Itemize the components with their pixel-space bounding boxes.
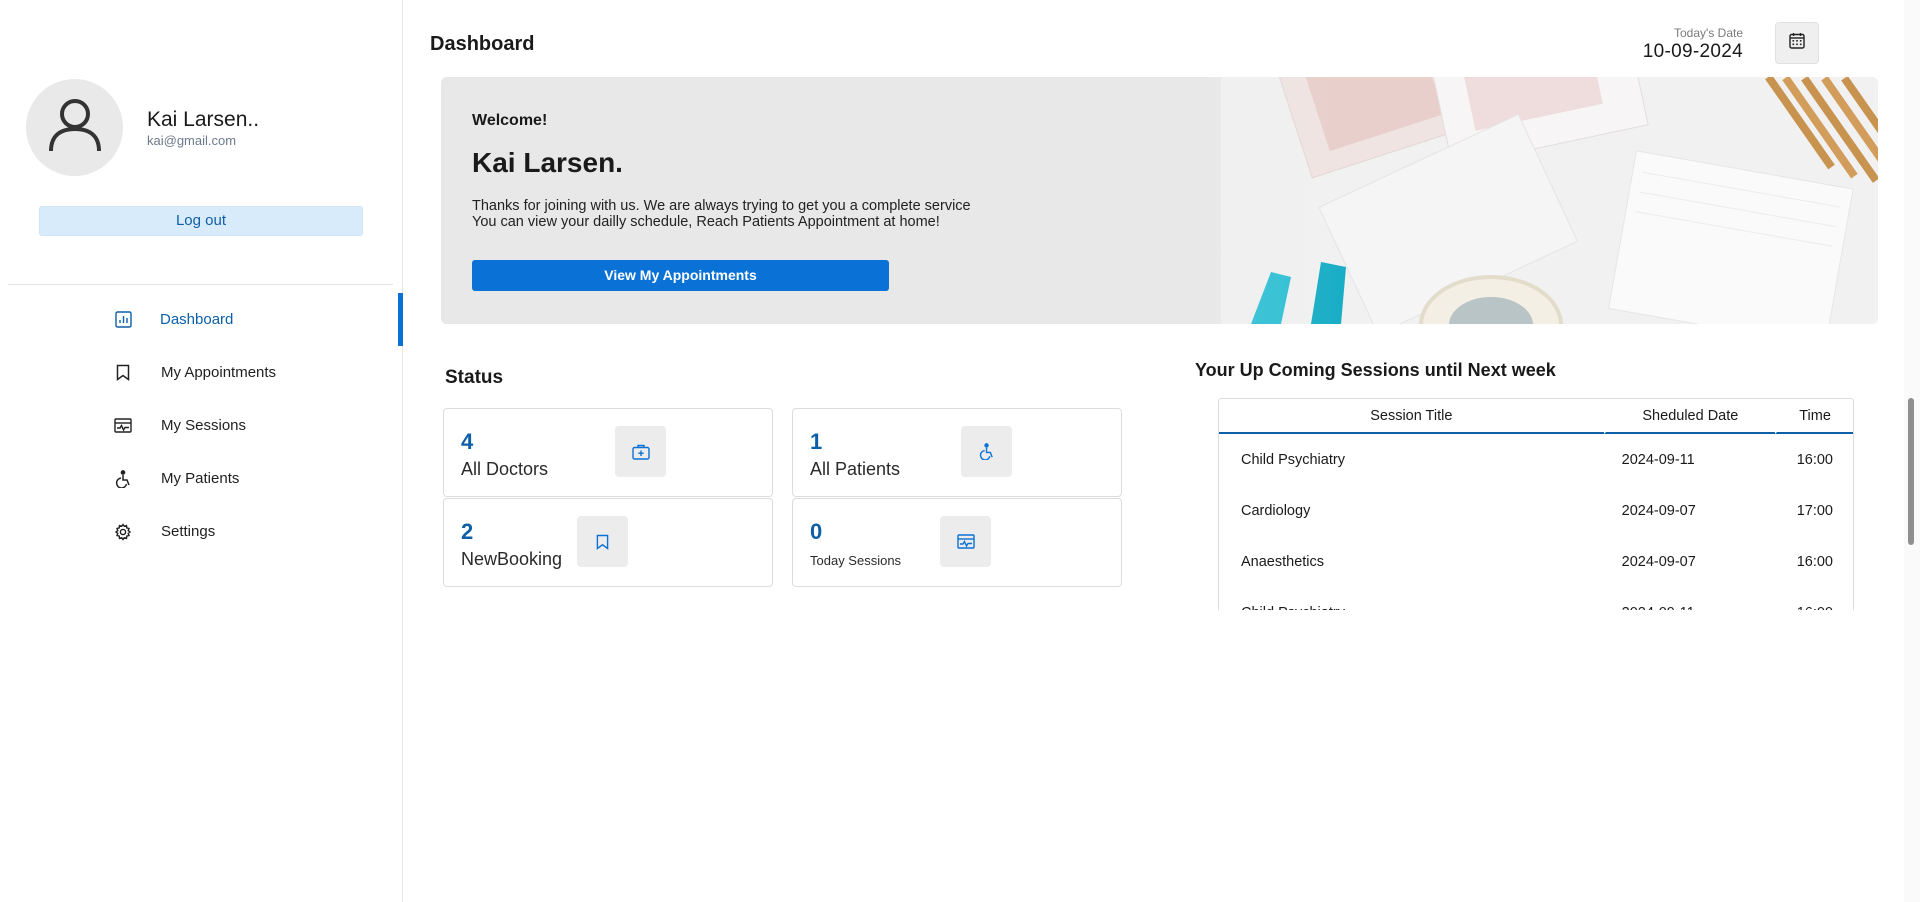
sidebar-item-settings[interactable]: Settings <box>0 505 403 558</box>
session-date-cell: 2024-09-07 <box>1621 502 1696 519</box>
main-content: Dashboard Today's Date 10-09-2024 Welcom… <box>404 0 1900 902</box>
user-icon <box>48 97 102 158</box>
sidebar-item-label: My Sessions <box>161 417 247 434</box>
gear-icon <box>113 522 133 542</box>
banner-description-line2: You can view your dailly schedule, Reach… <box>472 214 940 230</box>
stat-value: 0 <box>810 519 823 544</box>
upcoming-sessions-title: Your Up Coming Sessions until Next week <box>1195 360 1556 380</box>
sessions-icon <box>940 516 991 567</box>
sidebar-item-dashboard[interactable]: Dashboard <box>0 293 403 346</box>
table-row[interactable]: Cardiology 2024-09-07 17:00 <box>1219 485 1853 536</box>
sidebar-divider <box>8 284 393 285</box>
date-value: 10-09-2024 <box>1642 41 1743 62</box>
session-title-cell: Child Psychiatry <box>1241 451 1345 468</box>
sessions-icon <box>113 416 133 436</box>
session-time-cell: 16:00 <box>1796 451 1833 468</box>
welcome-banner: Welcome! Kai Larsen. Thanks for joining … <box>441 77 1878 324</box>
wheelchair-icon <box>961 426 1012 477</box>
stat-card-new-booking[interactable]: 2 NewBooking <box>443 498 773 587</box>
session-time-cell: 16:00 <box>1796 553 1833 570</box>
stat-value: 4 <box>461 429 474 454</box>
bookmark-icon <box>577 516 628 567</box>
avatar <box>26 79 123 176</box>
session-title-cell: Anaesthetics <box>1241 553 1325 570</box>
stat-card-today-sessions[interactable]: 0 Today Sessions <box>792 498 1122 587</box>
session-title-cell: Cardiology <box>1241 502 1311 519</box>
sidebar: Kai Larsen.. kai@gmail.com Log out Dashb… <box>0 0 403 902</box>
sidebar-nav: Dashboard My Appointments My Sessions My… <box>0 293 403 558</box>
sessions-table: Session Title Sheduled Date Time Child P… <box>1219 399 1853 610</box>
sidebar-item-label: My Appointments <box>161 364 277 381</box>
stat-label: All Patients <box>810 459 901 479</box>
session-date-cell: 2024-09-11 <box>1621 451 1695 468</box>
wheelchair-icon <box>113 469 133 489</box>
app-root: Kai Larsen.. kai@gmail.com Log out Dashb… <box>0 0 1920 902</box>
table-header-row: Session Title Sheduled Date Time <box>1219 399 1853 434</box>
column-header-time: Time <box>1775 399 1853 434</box>
stat-card-all-doctors[interactable]: 4 All Doctors <box>443 408 773 497</box>
medical-kit-icon <box>615 426 666 477</box>
banner-name: Kai Larsen. <box>472 147 623 178</box>
profile-text: Kai Larsen.. kai@gmail.com <box>147 108 259 148</box>
session-time-cell: 16:00 <box>1775 587 1853 611</box>
table-row[interactable]: Child Psychiatry 2024-09-11 16:00 <box>1219 587 1853 611</box>
column-header-session-title: Session Title <box>1219 399 1604 434</box>
sidebar-item-my-sessions[interactable]: My Sessions <box>0 399 403 452</box>
banner-welcome: Welcome! <box>472 112 548 129</box>
scrollbar-thumb[interactable] <box>1908 398 1914 545</box>
table-row[interactable]: Anaesthetics 2024-09-07 16:00 <box>1219 536 1853 587</box>
profile-email: kai@gmail.com <box>147 132 237 148</box>
sidebar-item-label: Settings <box>161 523 216 540</box>
sidebar-item-label: My Patients <box>161 470 240 487</box>
session-title-cell: Child Psychiatry <box>1219 587 1604 611</box>
logout-button[interactable]: Log out <box>39 206 363 236</box>
profile-name: Kai Larsen.. <box>147 107 260 131</box>
sidebar-item-my-patients[interactable]: My Patients <box>0 452 403 505</box>
stat-label: NewBooking <box>461 549 563 569</box>
stat-label: Today Sessions <box>810 553 902 568</box>
date-block: Today's Date 10-09-2024 <box>1643 26 1743 63</box>
stat-card-all-patients[interactable]: 1 All Patients <box>792 408 1122 497</box>
session-date-cell: 2024-09-11 <box>1604 587 1775 611</box>
page-scrollbar[interactable] <box>1904 0 1920 902</box>
upcoming-sessions-table[interactable]: Session Title Sheduled Date Time Child P… <box>1218 398 1854 610</box>
session-date-cell: 2024-09-07 <box>1621 553 1696 570</box>
date-label: Today's Date <box>1674 26 1743 40</box>
sidebar-item-my-appointments[interactable]: My Appointments <box>0 346 403 399</box>
calendar-button[interactable] <box>1775 22 1819 64</box>
stat-value: 2 <box>461 519 474 544</box>
view-appointments-button[interactable]: View My Appointments <box>472 260 889 291</box>
status-title: Status <box>445 367 504 388</box>
table-row[interactable]: Child Psychiatry 2024-09-11 16:00 <box>1219 434 1853 485</box>
stat-label: All Doctors <box>461 459 549 479</box>
bookmark-icon <box>113 363 133 383</box>
session-time-cell: 17:00 <box>1796 502 1833 519</box>
calendar-icon <box>1789 32 1805 54</box>
dashboard-icon <box>113 310 133 330</box>
profile-section: Kai Larsen.. kai@gmail.com <box>26 79 259 176</box>
banner-description-line1: Thanks for joining with us. We are alway… <box>472 198 971 214</box>
sidebar-item-label: Dashboard <box>160 311 234 328</box>
stat-value: 1 <box>810 429 823 454</box>
column-header-scheduled-date: Sheduled Date <box>1603 399 1776 434</box>
page-title: Dashboard <box>430 33 535 55</box>
